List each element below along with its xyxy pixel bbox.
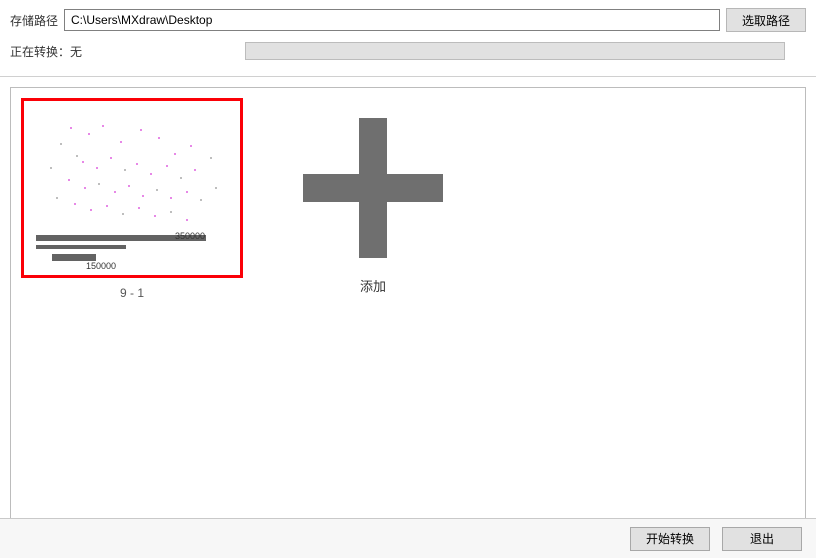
- divider: [0, 76, 816, 77]
- add-tile[interactable]: 添加: [283, 98, 463, 295]
- preview-value-label: 350000: [175, 231, 205, 241]
- bottom-bar: 开始转换 退出: [0, 518, 816, 558]
- thumbnail-frame-selected: 350000 150000: [21, 98, 243, 278]
- progress-bar: [245, 42, 785, 60]
- exit-button[interactable]: 退出: [722, 527, 802, 551]
- status-row: 正在转换：无: [10, 42, 806, 60]
- drawing-preview: 350000 150000: [30, 107, 234, 269]
- path-row: 存储路径 选取路径: [10, 8, 806, 32]
- preview-bar: [36, 245, 126, 249]
- top-section: 存储路径 选取路径 正在转换：无: [0, 0, 816, 70]
- preview-bar: [52, 254, 96, 261]
- preview-value-label: 150000: [86, 261, 116, 269]
- start-convert-button[interactable]: 开始转换: [630, 527, 710, 551]
- plus-icon: [303, 118, 443, 258]
- add-caption: 添加: [283, 276, 463, 295]
- thumbnail-caption: 9 - 1: [21, 286, 243, 300]
- thumbnail-tile[interactable]: 350000 150000: [21, 98, 243, 300]
- storage-path-label: 存储路径: [10, 12, 58, 29]
- pick-path-button[interactable]: 选取路径: [726, 8, 806, 32]
- converting-status-label: 正在转换：无: [10, 43, 82, 60]
- storage-path-input[interactable]: [64, 9, 720, 31]
- file-thumbnail-panel: 350000 150000: [10, 87, 806, 527]
